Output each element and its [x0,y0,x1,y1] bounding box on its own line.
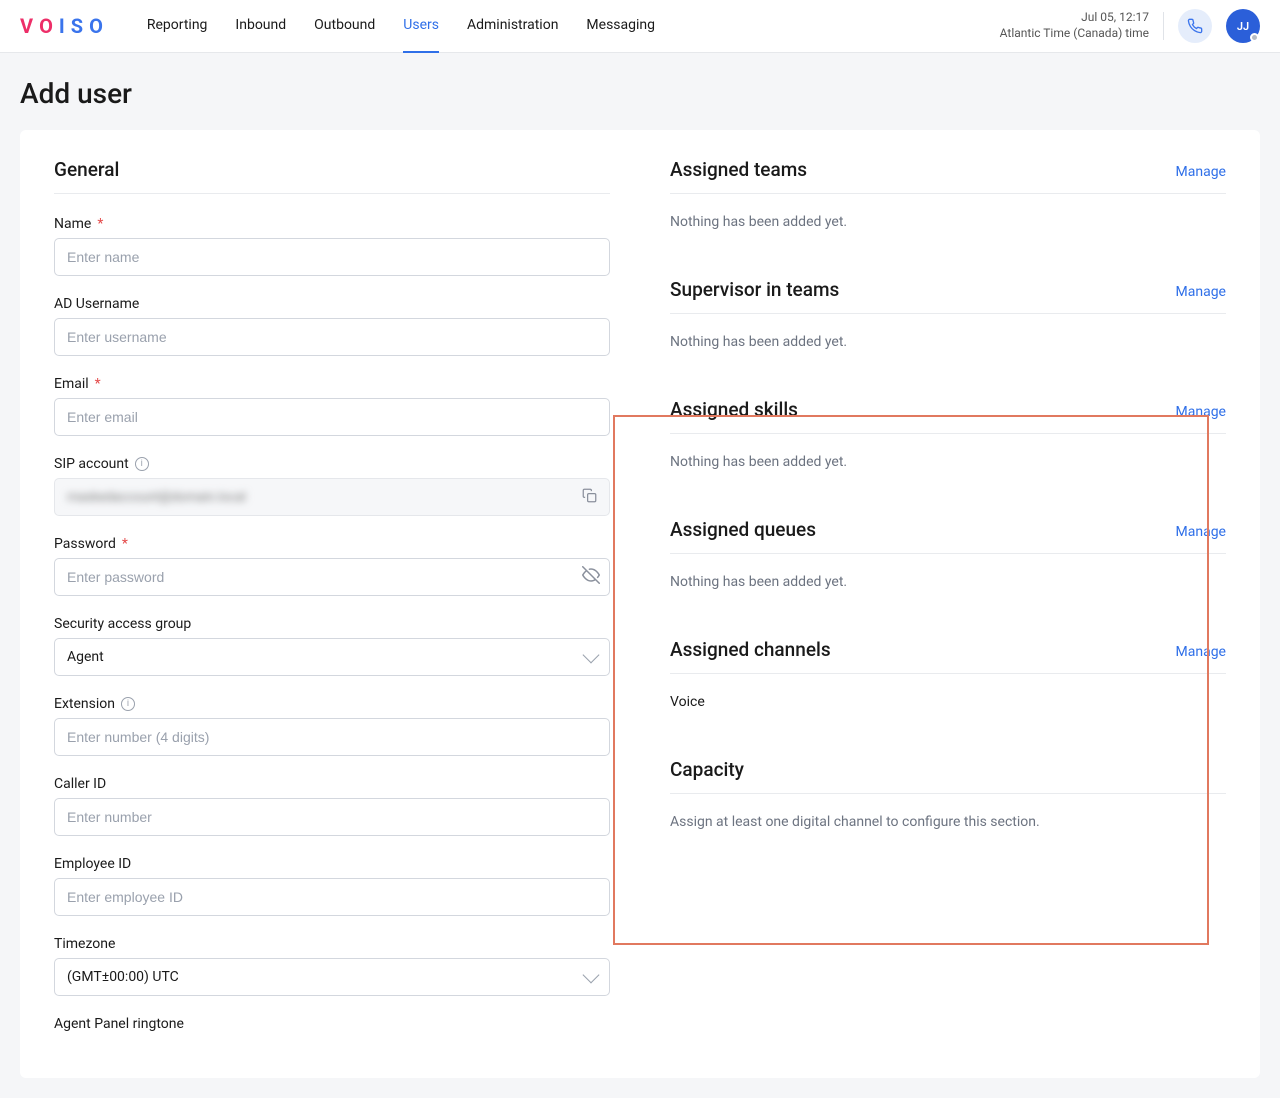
caller-id-label: Caller ID [54,776,106,792]
chevron-down-icon [583,967,600,984]
phone-button[interactable] [1178,9,1212,43]
assignments-column: Assigned teams Manage Nothing has been a… [670,158,1226,1038]
timezone-label: Timezone [54,936,115,952]
logo-letter: V [20,14,37,38]
manage-channels-link[interactable]: Manage [1176,644,1226,660]
email-label: Email [54,376,89,392]
topbar: V O I S O Reporting Inbound Outbound Use… [0,0,1280,53]
timezone-label: Atlantic Time (Canada) time [1000,26,1149,42]
assigned-skills-title: Assigned skills [670,398,798,421]
email-input[interactable] [54,398,610,436]
assigned-channels-header: Assigned channels Manage [670,638,1226,674]
assigned-queues-empty: Nothing has been added yet. [670,574,1226,590]
assigned-teams-header: Assigned teams Manage [670,158,1226,194]
topbar-left: V O I S O Reporting Inbound Outbound Use… [20,0,655,53]
page-title: Add user [0,53,1280,130]
security-group-label: Security access group [54,616,191,632]
field-extension: Extension i [54,696,610,756]
employee-id-label: Employee ID [54,856,131,872]
phone-icon [1187,18,1203,34]
nav-users[interactable]: Users [403,0,439,53]
required-icon: * [95,376,101,392]
copy-icon[interactable] [582,488,597,507]
avatar-initials: JJ [1237,20,1249,33]
eye-off-icon[interactable] [582,566,600,588]
supervisor-teams-title: Supervisor in teams [670,278,839,301]
nav-messaging[interactable]: Messaging [586,0,655,53]
ringtone-label: Agent Panel ringtone [54,1016,184,1032]
field-password: Password * [54,536,610,596]
field-timezone: Timezone (GMT±00:00) UTC [54,936,610,996]
assigned-queues-header: Assigned queues Manage [670,518,1226,554]
capacity-header: Capacity [670,758,1226,794]
assigned-channels-title: Assigned channels [670,638,831,661]
required-icon: * [97,216,103,232]
password-label: Password [54,536,116,552]
logo-letter: O [89,14,107,38]
timezone-select[interactable]: (GMT±00:00) UTC [54,958,610,996]
field-security-group: Security access group Agent [54,616,610,676]
assigned-channels-value: Voice [670,694,1226,710]
capacity-desc: Assign at least one digital channel to c… [670,814,1226,830]
topbar-right: Jul 05, 12:17 Atlantic Time (Canada) tim… [1000,9,1260,43]
caller-id-input[interactable] [54,798,610,836]
supervisor-teams-empty: Nothing has been added yet. [670,334,1226,350]
employee-id-input[interactable] [54,878,610,916]
datetime: Jul 05, 12:17 [1000,10,1149,26]
assigned-skills-empty: Nothing has been added yet. [670,454,1226,470]
field-sip-account: SIP account i maskedaccount@domain.local [54,456,610,516]
name-input[interactable] [54,238,610,276]
field-employee-id: Employee ID [54,856,610,916]
security-group-select[interactable]: Agent [54,638,610,676]
info-icon[interactable]: i [135,457,149,471]
logo-letter: O [39,14,57,38]
assigned-skills-header: Assigned skills Manage [670,398,1226,434]
manage-skills-link[interactable]: Manage [1176,404,1226,420]
main-nav: Reporting Inbound Outbound Users Adminis… [147,0,655,53]
assigned-teams-title: Assigned teams [670,158,807,181]
general-column: General Name * AD Username Email * SIP acc… [54,158,610,1038]
logo: V O I S O [20,14,107,38]
status-dot-icon [1250,33,1259,42]
ad-username-input[interactable] [54,318,610,356]
extension-label: Extension [54,696,115,712]
manage-queues-link[interactable]: Manage [1176,524,1226,540]
nav-inbound[interactable]: Inbound [235,0,286,53]
nav-reporting[interactable]: Reporting [147,0,208,53]
capacity-title: Capacity [670,758,744,781]
security-group-value: Agent [67,649,104,665]
nav-administration[interactable]: Administration [467,0,558,53]
sip-account-readonly: maskedaccount@domain.local [54,478,610,516]
time-block: Jul 05, 12:17 Atlantic Time (Canada) tim… [1000,10,1149,41]
divider [1163,12,1164,40]
manage-teams-link[interactable]: Manage [1176,164,1226,180]
name-label: Name [54,216,91,232]
logo-letter: I [59,14,69,38]
field-email: Email * [54,376,610,436]
general-title: General [54,158,610,194]
assigned-queues-title: Assigned queues [670,518,816,541]
nav-outbound[interactable]: Outbound [314,0,375,53]
sip-account-value: maskedaccount@domain.local [67,490,246,505]
field-name: Name * [54,216,610,276]
sip-account-label: SIP account [54,456,129,472]
field-ad-username: AD Username [54,296,610,356]
timezone-value: (GMT±00:00) UTC [67,969,179,985]
chevron-down-icon [583,647,600,664]
supervisor-teams-header: Supervisor in teams Manage [670,278,1226,314]
assigned-teams-empty: Nothing has been added yet. [670,214,1226,230]
manage-supervisor-link[interactable]: Manage [1176,284,1226,300]
logo-letter: S [71,14,87,38]
field-ringtone: Agent Panel ringtone [54,1016,610,1032]
form-card: General Name * AD Username Email * SIP acc… [20,130,1260,1078]
field-caller-id: Caller ID [54,776,610,836]
password-input[interactable] [54,558,610,596]
avatar[interactable]: JJ [1226,9,1260,43]
extension-input[interactable] [54,718,610,756]
required-icon: * [122,536,128,552]
info-icon[interactable]: i [121,697,135,711]
ad-username-label: AD Username [54,296,139,312]
